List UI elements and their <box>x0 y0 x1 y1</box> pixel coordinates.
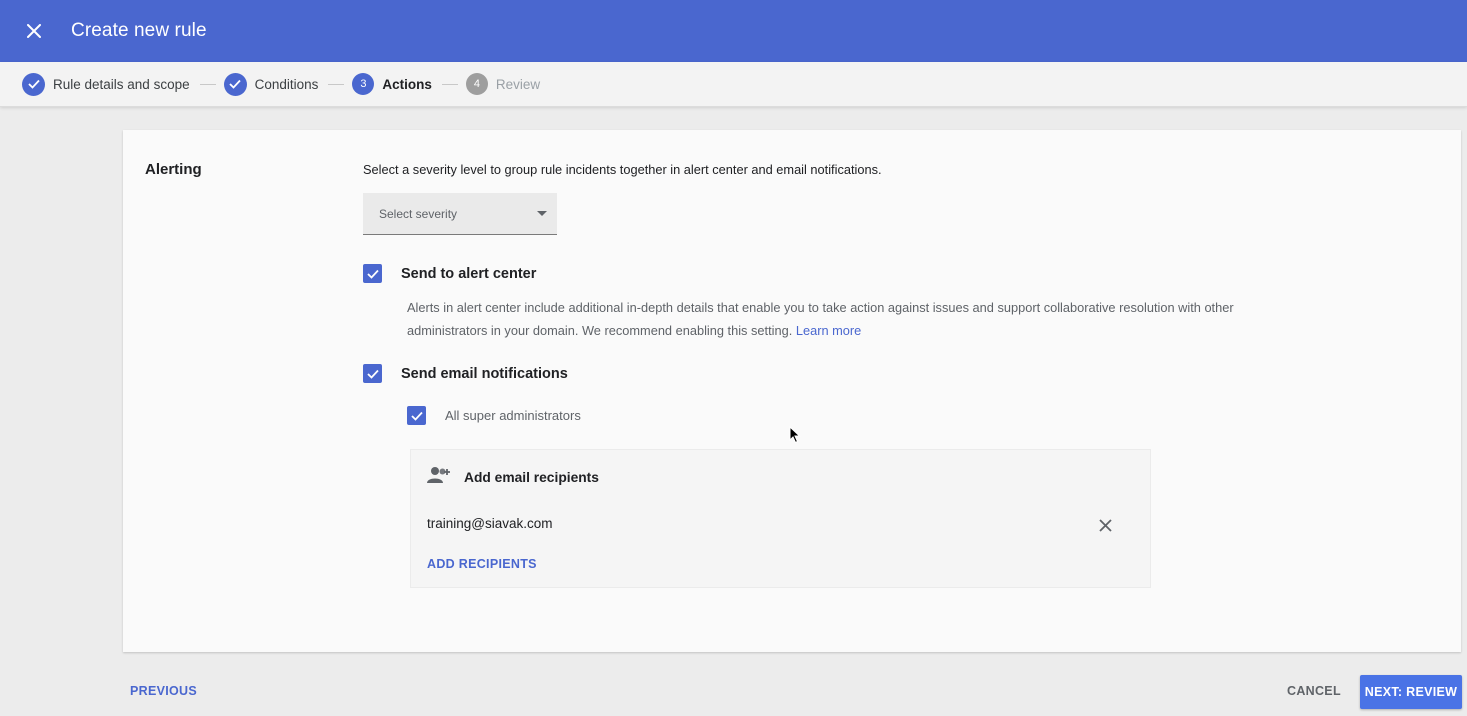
close-icon[interactable] <box>22 19 46 43</box>
step-actions[interactable]: 3 Actions <box>352 73 432 95</box>
add-recipients-button[interactable]: ADD RECIPIENTS <box>427 557 537 571</box>
send-to-alert-center-label: Send to alert center <box>401 265 537 282</box>
alert-center-description: Alerts in alert center include additiona… <box>407 296 1287 342</box>
super-admins-row: All super administrators <box>407 406 581 425</box>
step-rule-details[interactable]: Rule details and scope <box>22 72 190 96</box>
step-connector <box>441 83 458 85</box>
app-header: Create new rule <box>0 0 1467 62</box>
severity-select[interactable]: Select severity <box>363 193 557 235</box>
previous-button[interactable]: PREVIOUS <box>130 684 197 698</box>
send-email-label: Send email notifications <box>401 365 568 382</box>
stepper: Rule details and scope Conditions 3 Acti… <box>0 62 1467 107</box>
check-icon <box>22 72 45 96</box>
super-admins-label: All super administrators <box>445 408 581 423</box>
step-label: Actions <box>382 76 432 92</box>
step-connector <box>199 83 216 85</box>
step-number: 3 <box>352 73 375 95</box>
step-conditions[interactable]: Conditions <box>223 72 319 96</box>
super-admins-checkbox[interactable] <box>407 406 426 425</box>
step-connector <box>328 83 345 85</box>
step-label: Rule details and scope <box>53 76 190 92</box>
mouse-pointer-icon <box>789 425 801 449</box>
step-review[interactable]: 4 Review <box>465 73 541 95</box>
recipient-email: training@siavak.com <box>427 516 553 531</box>
severity-description: Select a severity level to group rule in… <box>363 162 882 177</box>
send-email-checkbox[interactable] <box>363 364 382 383</box>
recipients-title: Add email recipients <box>464 470 599 485</box>
alerting-card: Alerting Select a severity level to grou… <box>123 130 1461 652</box>
email-recipients-panel: Add email recipients training@siavak.com… <box>410 449 1151 588</box>
send-email-row: Send email notifications <box>363 364 568 383</box>
caret-down-icon <box>537 211 547 216</box>
send-to-alert-center-checkbox[interactable] <box>363 264 382 283</box>
learn-more-link[interactable]: Learn more <box>796 323 861 338</box>
step-label: Conditions <box>254 76 319 92</box>
severity-placeholder: Select severity <box>379 206 458 221</box>
send-to-alert-center-row: Send to alert center <box>363 264 536 283</box>
check-icon <box>223 72 247 96</box>
add-person-icon <box>427 466 451 489</box>
next-review-button[interactable]: NEXT: REVIEW <box>1360 675 1462 709</box>
section-title: Alerting <box>145 161 202 178</box>
step-label: Review <box>495 76 541 92</box>
cancel-button[interactable]: CANCEL <box>1287 684 1341 698</box>
remove-recipient-icon[interactable] <box>1097 517 1113 533</box>
step-number: 4 <box>465 73 488 95</box>
page-title: Create new rule <box>71 20 207 41</box>
recipients-header: Add email recipients <box>427 466 599 489</box>
